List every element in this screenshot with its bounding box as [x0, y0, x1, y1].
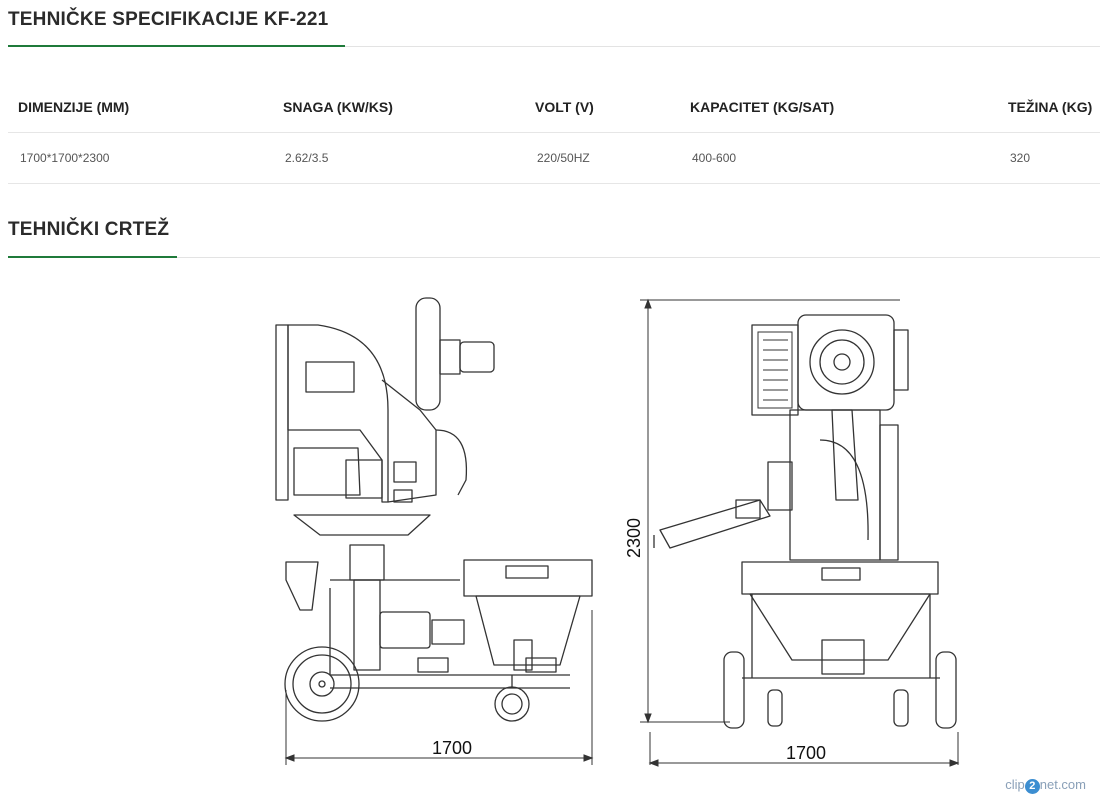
dimension-lines: [284, 298, 960, 767]
watermark-suffix: net.com: [1039, 777, 1086, 792]
front-width-label: 1700: [786, 743, 826, 763]
header-capacity: KAPACITET (KG/SAT): [680, 82, 998, 133]
technical-drawing: 1700 1700 2300: [275, 297, 960, 767]
header-dimensions: DIMENZIJE (MM): [8, 82, 273, 133]
vent-grille: [757, 331, 793, 409]
header-weight: TEŽINA (KG): [998, 82, 1100, 133]
watermark-prefix: clip: [1005, 777, 1025, 792]
table-row: 1700*1700*2300 2.62/3.5 220/50HZ 400-600…: [8, 132, 1100, 184]
side-view: [275, 297, 593, 722]
side-width-label: 1700: [432, 738, 472, 758]
specs-title-accent: [8, 45, 345, 47]
header-voltage: VOLT (V): [525, 82, 680, 133]
cell-capacity: 400-600: [680, 132, 998, 184]
front-view: [653, 314, 957, 729]
drawing-title-accent: [8, 256, 177, 258]
specs-header-row: DIMENZIJE (MM) SNAGA (KW/KS) VOLT (V) KA…: [8, 82, 1100, 133]
cell-weight: 320: [998, 132, 1100, 184]
cell-voltage: 220/50HZ: [525, 132, 680, 184]
height-label: 2300: [624, 518, 644, 558]
drawing-title: TEHNIČKI CRTEŽ: [8, 219, 170, 240]
watermark-logo-icon: 2: [1024, 779, 1040, 794]
cell-dimensions: 1700*1700*2300: [8, 132, 273, 184]
specs-title: TEHNIČKE SPECIFIKACIJE KF-221: [8, 9, 329, 30]
watermark: clip 2 net.com: [1005, 777, 1086, 794]
specs-table: DIMENZIJE (MM) SNAGA (KW/KS) VOLT (V) KA…: [8, 82, 1100, 184]
cell-power: 2.62/3.5: [273, 132, 525, 184]
header-power: SNAGA (KW/KS): [273, 82, 525, 133]
